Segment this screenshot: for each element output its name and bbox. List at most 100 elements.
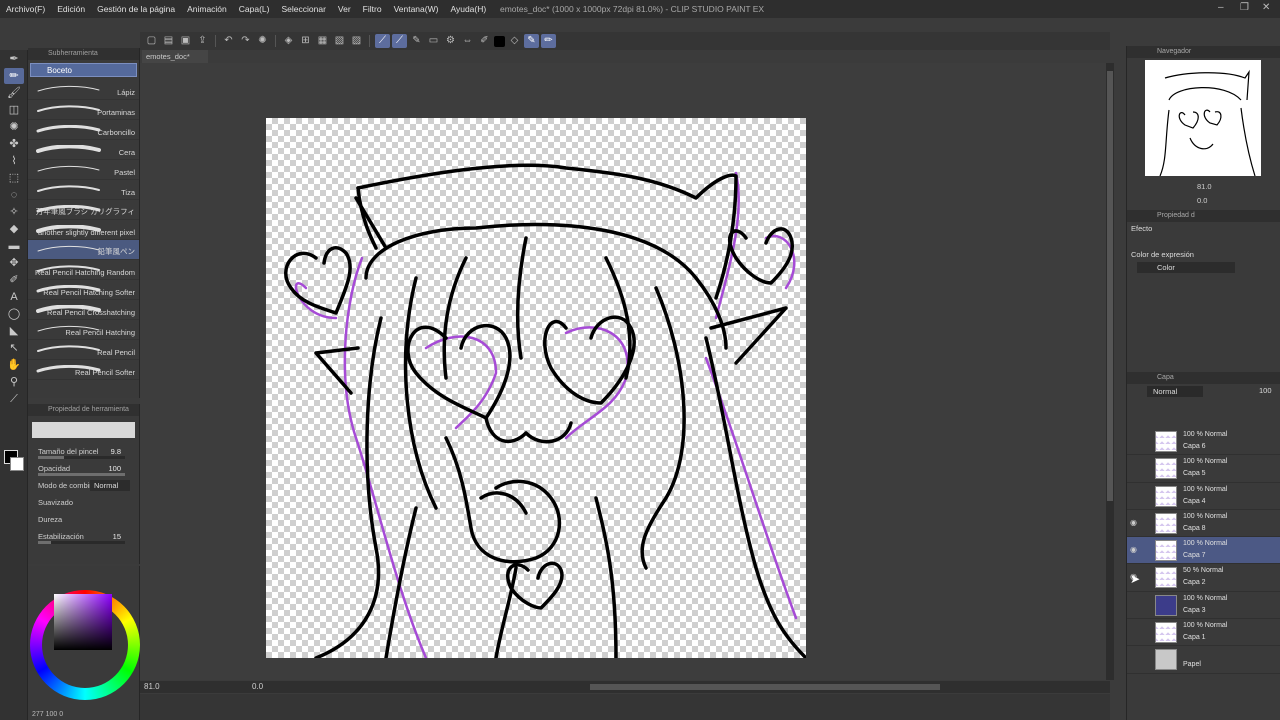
canvas-area[interactable] xyxy=(140,63,1110,680)
lasso-tool-icon[interactable]: ◌ xyxy=(4,187,24,203)
visibility-eye-icon[interactable] xyxy=(1130,492,1138,500)
brush-tool-icon[interactable]: 🖌 xyxy=(4,85,24,101)
layer-row[interactable]: 100 % Normal Capa 3 xyxy=(1127,592,1280,620)
layer-row[interactable]: 100 % Normal Capa 5 xyxy=(1127,455,1280,483)
brush-item[interactable]: another slightly different pixel xyxy=(28,220,139,240)
menu-ventana[interactable]: Ventana(W) xyxy=(388,4,445,14)
operation-tool-icon[interactable]: ↖ xyxy=(4,340,24,356)
undo-icon[interactable]: ↶ xyxy=(221,34,236,48)
scroll-thumb[interactable] xyxy=(590,684,940,690)
zoom-tool-icon[interactable]: ⚲ xyxy=(4,374,24,390)
pencil-icon[interactable]: ✏ xyxy=(541,34,556,48)
brush-item[interactable]: Portaminas xyxy=(28,100,139,120)
brush-item[interactable]: Real Pencil Softer xyxy=(28,360,139,380)
sub-color-chip[interactable] xyxy=(10,457,24,471)
blend-select[interactable]: Normal xyxy=(90,480,130,491)
menu-capa[interactable]: Capa(L) xyxy=(233,4,276,14)
drawing-canvas[interactable] xyxy=(266,118,806,658)
brush-item[interactable]: Real Pencil Hatching Random xyxy=(28,260,139,280)
brush-item[interactable]: Real Pencil Crosshatching xyxy=(28,300,139,320)
navigator-angle[interactable]: 0.0 xyxy=(1197,196,1207,205)
brush-item[interactable]: Real Pencil xyxy=(28,340,139,360)
hardness-row[interactable]: Dureza xyxy=(28,512,139,529)
stabilization-slider[interactable] xyxy=(38,541,125,544)
close-icon[interactable]: ✕ xyxy=(1262,2,1270,13)
brush-item[interactable]: 鉛筆風ペン xyxy=(28,240,139,260)
blend-tool-icon[interactable]: ⌇ xyxy=(4,153,24,169)
navigator-preview[interactable] xyxy=(1145,60,1261,177)
flip-icon[interactable]: ⇔ xyxy=(460,34,475,48)
menu-edicion[interactable]: Edición xyxy=(51,4,91,14)
layer-row[interactable]: ◉ 100 % Normal Capa 7 xyxy=(1127,537,1280,565)
ruler-icon[interactable]: ▭ xyxy=(426,34,441,48)
visibility-eye-icon[interactable] xyxy=(1130,464,1138,472)
visibility-eye-icon[interactable] xyxy=(1130,437,1138,445)
figure-tool-icon[interactable]: ◣ xyxy=(4,323,24,339)
crop-icon[interactable]: ⊞ xyxy=(298,34,313,48)
scroll-thumb[interactable] xyxy=(1107,71,1113,501)
visibility-eye-icon[interactable] xyxy=(1130,655,1138,663)
ruler-tool-icon[interactable]: ⟋ xyxy=(4,391,24,407)
stabilization-row[interactable]: Estabilización 15 xyxy=(28,529,139,546)
canvas-zoom-readout[interactable]: 81.0 xyxy=(144,682,160,691)
fill-icon[interactable]: ▦ xyxy=(315,34,330,48)
brush-size-slider[interactable] xyxy=(38,456,125,459)
menu-animacion[interactable]: Animación xyxy=(181,4,233,14)
new-icon[interactable]: ▢ xyxy=(144,34,159,48)
redo-icon[interactable]: ↷ xyxy=(238,34,253,48)
deselect-icon[interactable]: ▨ xyxy=(349,34,364,48)
opacity-row[interactable]: Opacidad 100 xyxy=(28,461,139,478)
layer-row[interactable]: 100 % Normal Capa 1 xyxy=(1127,619,1280,647)
opacity-value[interactable]: 100 xyxy=(108,464,121,473)
text-tool-icon[interactable]: A xyxy=(4,289,24,305)
magic-wand-tool-icon[interactable]: ✧ xyxy=(4,204,24,220)
visibility-eye-icon[interactable] xyxy=(1130,628,1138,636)
smoothing-row[interactable]: Suavizado xyxy=(28,495,139,512)
menu-filtro[interactable]: Filtro xyxy=(357,4,388,14)
menu-ver[interactable]: Ver xyxy=(332,4,357,14)
brush-item[interactable]: Cera xyxy=(28,140,139,160)
fill-tool-icon[interactable]: ◆ xyxy=(4,221,24,237)
snap-ruler-icon[interactable]: ⟋ xyxy=(375,34,390,48)
brush-item[interactable]: Real Pencil Hatching xyxy=(28,320,139,340)
visibility-eye-icon[interactable]: ◉ xyxy=(1130,518,1138,527)
save-icon[interactable]: ▣ xyxy=(178,34,193,48)
color-swatch-icon[interactable] xyxy=(494,35,505,47)
layer-opacity-value[interactable]: 100 xyxy=(1259,386,1272,395)
decoration-tool-icon[interactable]: ✤ xyxy=(4,136,24,152)
maximize-icon[interactable]: ❐ xyxy=(1240,2,1249,13)
menu-ayuda[interactable]: Ayuda(H) xyxy=(444,4,492,14)
minimize-icon[interactable]: – xyxy=(1218,2,1224,13)
document-tab[interactable]: emotes_doc* xyxy=(142,50,208,63)
visibility-eye-icon[interactable]: ◉ xyxy=(1130,546,1138,554)
transparent-color-icon[interactable]: ◇ xyxy=(507,34,522,48)
brush-item[interactable]: Pastel xyxy=(28,160,139,180)
layer-row[interactable]: ◉ 50 % Normal Capa 2 xyxy=(1127,564,1280,592)
hand-tool-icon[interactable]: ✋ xyxy=(4,357,24,373)
eraser-tool-icon[interactable]: ◫ xyxy=(4,102,24,118)
menu-gestion-pagina[interactable]: Gestión de la página xyxy=(91,4,181,14)
layer-row[interactable]: 100 % Normal Capa 6 xyxy=(1127,428,1280,456)
brush-size-row[interactable]: Tamaño del pincel 9.8 xyxy=(28,444,139,461)
layer-blend-select[interactable]: Normal xyxy=(1147,386,1203,397)
move-tool-icon[interactable]: ✥ xyxy=(4,255,24,271)
visibility-eye-icon[interactable] xyxy=(1130,601,1138,609)
canvas-horizontal-scrollbar[interactable] xyxy=(140,681,1110,693)
pen-tool-icon[interactable]: ✒ xyxy=(4,51,24,67)
snap-special-icon[interactable]: ⟋ xyxy=(392,34,407,48)
subtool-group-tab[interactable]: Boceto xyxy=(30,63,137,77)
balloon-tool-icon[interactable]: ◯ xyxy=(4,306,24,322)
brush-item[interactable]: Carboncillo xyxy=(28,120,139,140)
clear-icon[interactable]: ✺ xyxy=(255,34,270,48)
brush-item[interactable]: Lápiz xyxy=(28,80,139,100)
blend-row[interactable]: Modo de combin. Normal xyxy=(28,478,139,495)
transform-icon[interactable]: ◈ xyxy=(281,34,296,48)
eyedropper-tool-icon[interactable]: ✐ xyxy=(4,272,24,288)
brush-item[interactable]: Real Pencil Hatching Softer xyxy=(28,280,139,300)
opacity-slider[interactable] xyxy=(38,473,125,476)
select-all-icon[interactable]: ▧ xyxy=(332,34,347,48)
settings-icon[interactable]: ⚙ xyxy=(443,34,458,48)
gradient-tool-icon[interactable]: ▬ xyxy=(4,238,24,254)
pen-icon[interactable]: ✎ xyxy=(409,34,424,48)
layer-row[interactable]: Papel xyxy=(1127,646,1280,674)
